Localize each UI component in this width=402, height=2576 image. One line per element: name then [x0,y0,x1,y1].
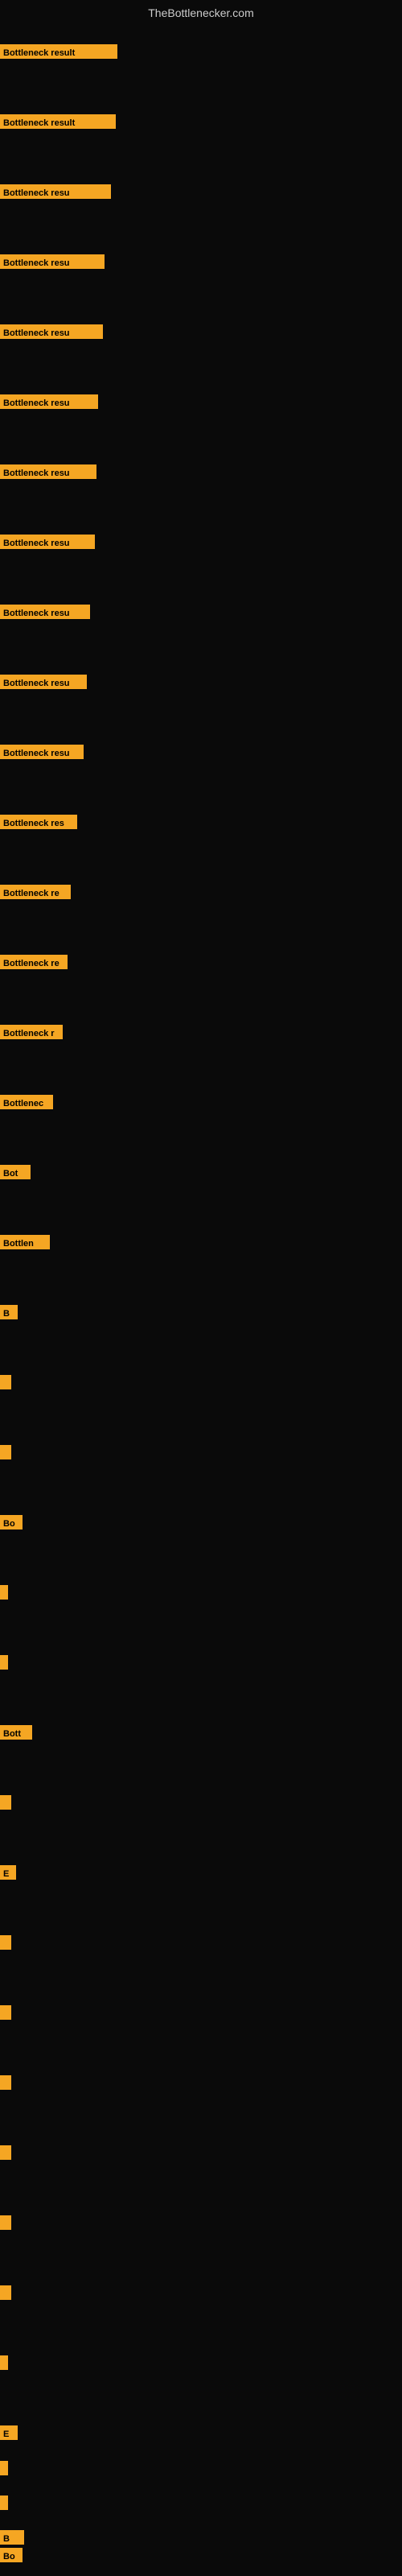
bar-item: Bottleneck resu [0,184,111,199]
bar-item: Bottleneck resu [0,394,98,409]
bar-item [0,1585,8,1600]
bar-item: Bottleneck resu [0,254,105,269]
bar-item: Bottleneck result [0,114,116,129]
bar-item [0,1445,11,1459]
bar-label: Bott [0,1725,32,1740]
bar-item: Bottleneck re [0,955,68,969]
bar-label: Bottlenec [0,1095,53,1109]
bar-label: Bottleneck re [0,955,68,969]
bar-label: Bottleneck result [0,44,117,59]
bar-item: Bottlen [0,1235,50,1249]
bar-label: Bottlen [0,1235,50,1249]
bar-item: Bottleneck resu [0,535,95,549]
bar-label: Bottleneck re [0,885,71,899]
bar-label: Bottleneck resu [0,394,98,409]
bar-label [0,1655,8,1670]
bar-label [0,1935,11,1950]
bar-item [0,2285,11,2300]
bar-item: Bottleneck resu [0,605,90,619]
bar-item: Bottleneck result [0,44,117,59]
bar-label [0,2145,11,2160]
bar-label: Bo [0,2548,23,2562]
bar-item [0,1655,8,1670]
bar-label [0,2496,8,2510]
bar-label [0,1375,11,1389]
bar-item [0,2355,8,2370]
bar-label: Bottleneck resu [0,535,95,549]
bar-label: E [0,1865,16,1880]
bar-label: E [0,2425,18,2440]
bar-item: Bottleneck resu [0,745,84,759]
bar-item [0,2461,8,2475]
bar-label: Bottleneck resu [0,605,90,619]
bar-item [0,2075,11,2090]
bar-item [0,1935,11,1950]
bar-item: E [0,2425,18,2440]
bar-label: Bot [0,1165,31,1179]
bar-item: Bottleneck res [0,815,77,829]
site-title: TheBottlenecker.com [0,0,402,23]
bar-item: Bo [0,2548,23,2562]
bar-label: Bottleneck resu [0,675,87,689]
bar-item: B [0,1305,18,1319]
bar-label: Bottleneck resu [0,184,111,199]
bar-label: Bo [0,1515,23,1530]
bar-label: Bottleneck resu [0,254,105,269]
bar-item: Bottleneck resu [0,464,96,479]
bar-item [0,1795,11,1810]
bar-label: Bottleneck resu [0,324,103,339]
bar-item: Bottleneck resu [0,675,87,689]
bar-label [0,2005,11,2020]
chart-area: TheBottlenecker.com Bottleneck result Bot… [0,0,402,2576]
bar-item: B [0,2530,24,2545]
bar-label [0,2355,8,2370]
bar-label: Bottleneck result [0,114,116,129]
bar-item: Bo [0,1515,23,1530]
bar-label [0,2285,11,2300]
bar-item [0,2005,11,2020]
bar-item: Bottlenec [0,1095,53,1109]
bar-label [0,2461,8,2475]
bar-label [0,1445,11,1459]
bar-label: Bottleneck res [0,815,77,829]
bar-label [0,1795,11,1810]
bar-label: Bottleneck resu [0,464,96,479]
bar-item [0,1375,11,1389]
bar-label [0,2215,11,2230]
bar-item [0,2145,11,2160]
bar-label: B [0,1305,18,1319]
bar-item: E [0,1865,16,1880]
bar-item: Bott [0,1725,32,1740]
bar-label: Bottleneck r [0,1025,63,1039]
bar-label [0,2075,11,2090]
bar-item: Bottleneck r [0,1025,63,1039]
bar-item: Bot [0,1165,31,1179]
bar-item: Bottleneck resu [0,324,103,339]
bar-label: B [0,2530,24,2545]
bar-label: Bottleneck resu [0,745,84,759]
bar-label [0,1585,8,1600]
bar-item [0,2496,8,2510]
bar-item: Bottleneck re [0,885,71,899]
bar-item [0,2215,11,2230]
